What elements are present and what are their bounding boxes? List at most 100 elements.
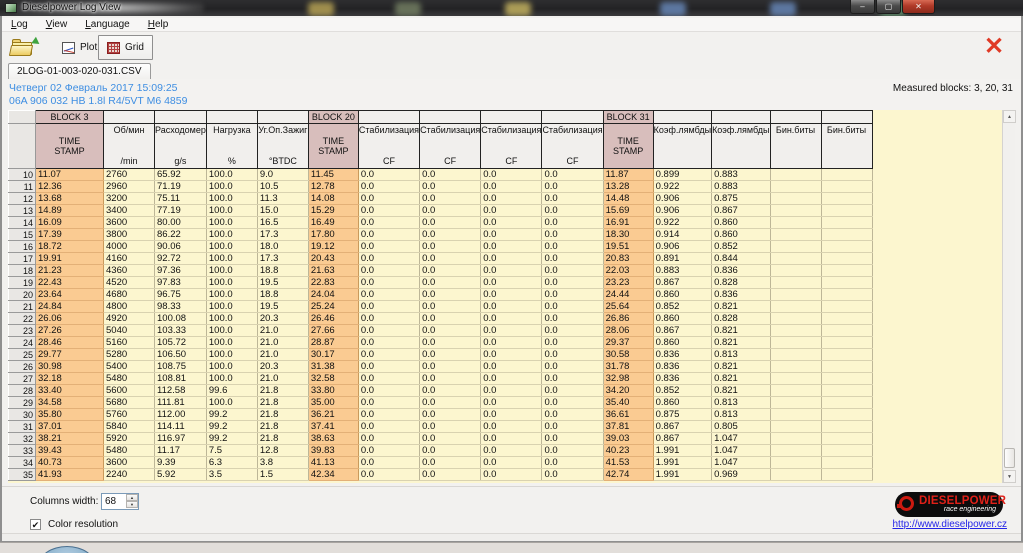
row-number[interactable]: 26 [8,360,36,373]
row-number[interactable]: 33 [8,444,36,457]
cell-timestamp[interactable]: 15.29 [308,204,359,217]
cell-value[interactable]: 99.2 [206,432,258,445]
row-number[interactable]: 21 [8,300,36,313]
cell-value[interactable]: 0.0 [480,240,543,253]
cell-value[interactable] [821,420,873,433]
cell-value[interactable]: 0.875 [711,192,771,205]
row-number[interactable]: 18 [8,264,36,277]
cell-value[interactable]: 0.969 [711,468,771,481]
row-number[interactable]: 24 [8,336,36,349]
cell-value[interactable]: 112.58 [154,384,207,397]
cell-value[interactable]: 0.0 [419,300,482,313]
cell-value[interactable]: 5040 [103,324,155,337]
cell-value[interactable]: 0.0 [419,180,482,193]
cell-value[interactable]: 0.0 [480,456,543,469]
columns-width-stepper[interactable]: 68 ▲ ▼ [101,493,139,510]
row-number[interactable]: 25 [8,348,36,361]
cell-value[interactable]: 5760 [103,408,155,421]
cell-value[interactable]: 0.0 [541,336,604,349]
cell-value[interactable]: 0.0 [358,216,421,229]
cell-value[interactable]: 5160 [103,336,155,349]
cell-value[interactable]: 21.8 [257,396,309,409]
cell-value[interactable] [770,216,822,229]
cell-value[interactable]: 0.828 [711,312,771,325]
cell-timestamp[interactable]: 40.23 [603,444,654,457]
cell-timestamp[interactable]: 38.63 [308,432,359,445]
cell-value[interactable] [770,420,822,433]
cell-value[interactable] [821,252,873,265]
cell-value[interactable]: 17.3 [257,252,309,265]
cell-value[interactable] [821,468,873,481]
cell-value[interactable]: 20.3 [257,360,309,373]
cell-timestamp[interactable]: 18.30 [603,228,654,241]
cell-value[interactable]: 103.33 [154,324,207,337]
cell-value[interactable] [821,372,873,385]
column-header-timestamp[interactable]: TIME STAMP [307,123,359,169]
cell-timestamp[interactable]: 34.20 [603,384,654,397]
cell-value[interactable]: 0.0 [419,456,482,469]
cell-value[interactable]: 0.0 [419,288,482,301]
menu-help[interactable]: Help [139,19,178,30]
cell-timestamp[interactable]: 16.91 [603,216,654,229]
cell-value[interactable] [770,360,822,373]
cell-value[interactable] [821,276,873,289]
cell-value[interactable]: 86.22 [154,228,207,241]
column-header[interactable]: Нагрузка% [205,123,258,169]
cell-value[interactable]: 100.0 [206,216,258,229]
cell-value[interactable]: 71.19 [154,180,207,193]
column-header-timestamp[interactable]: TIME STAMP [602,123,654,169]
restore-button[interactable]: ▢ [876,0,901,14]
cell-value[interactable]: 0.0 [419,432,482,445]
cell-value[interactable]: 0.0 [480,276,543,289]
cell-value[interactable]: 3200 [103,192,155,205]
spin-down-button[interactable]: ▼ [126,501,138,508]
cell-value[interactable]: 12.8 [257,444,309,457]
column-header[interactable]: Стабилизация CF [541,123,604,169]
cell-value[interactable]: 0.0 [480,204,543,217]
menu-view[interactable]: View [37,19,77,30]
cell-value[interactable]: 100.0 [206,192,258,205]
cell-value[interactable]: 0.0 [480,192,543,205]
cell-value[interactable]: 0.0 [541,456,604,469]
cell-value[interactable]: 0.0 [541,396,604,409]
cell-value[interactable]: 2760 [103,168,155,181]
cell-timestamp[interactable]: 30.98 [35,360,104,373]
cell-timestamp[interactable]: 26.06 [35,312,104,325]
column-header[interactable]: Стабилизация CF [357,123,421,169]
cell-timestamp[interactable]: 35.80 [35,408,104,421]
cell-value[interactable]: 108.81 [154,372,207,385]
cell-value[interactable]: 0.0 [480,468,543,481]
cell-timestamp[interactable]: 33.80 [308,384,359,397]
cell-value[interactable]: 3600 [103,216,155,229]
cell-value[interactable]: 0.0 [541,444,604,457]
cell-timestamp[interactable]: 14.89 [35,204,104,217]
row-number[interactable]: 12 [8,192,36,205]
cell-value[interactable] [770,372,822,385]
cell-value[interactable]: 0.0 [358,276,421,289]
cell-value[interactable]: 0.821 [711,372,771,385]
cell-value[interactable]: 1.991 [653,468,713,481]
cell-value[interactable]: 21.8 [257,408,309,421]
cell-value[interactable]: 0.0 [480,348,543,361]
cell-value[interactable] [821,360,873,373]
cell-value[interactable]: 100.0 [206,168,258,181]
cell-value[interactable]: 0.860 [711,228,771,241]
cell-timestamp[interactable]: 38.21 [35,432,104,445]
cell-timestamp[interactable]: 32.98 [603,372,654,385]
cell-value[interactable]: 0.0 [358,408,421,421]
cell-value[interactable] [770,264,822,277]
cell-value[interactable]: 21.0 [257,324,309,337]
cell-value[interactable]: 0.0 [358,360,421,373]
cell-timestamp[interactable]: 42.34 [308,468,359,481]
scrollbar-thumb[interactable] [1004,448,1015,468]
cell-value[interactable]: 18.8 [257,288,309,301]
cell-value[interactable]: 0.914 [653,228,713,241]
cell-value[interactable]: 77.19 [154,204,207,217]
cell-value[interactable]: 0.0 [358,252,421,265]
cell-value[interactable]: 0.0 [419,360,482,373]
cell-value[interactable]: 0.0 [541,276,604,289]
spin-up-button[interactable]: ▲ [126,494,138,501]
cell-timestamp[interactable]: 37.41 [308,420,359,433]
cell-value[interactable]: 0.0 [480,444,543,457]
cell-value[interactable]: 0.0 [541,360,604,373]
